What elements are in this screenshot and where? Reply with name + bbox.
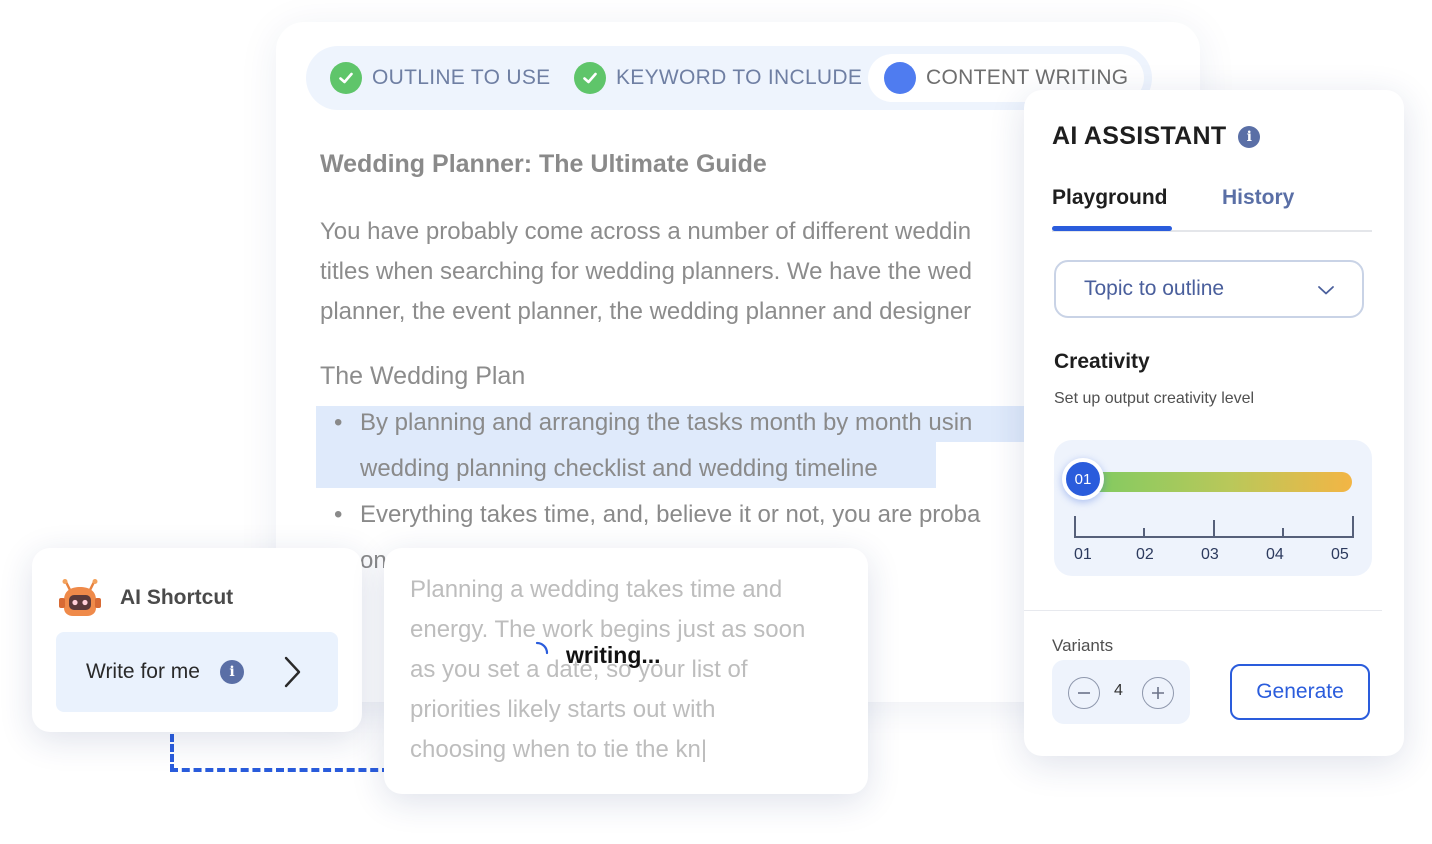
- slider-ticks: [1074, 516, 1354, 538]
- shortcut-title: AI Shortcut: [120, 586, 234, 609]
- active-tab-indicator: [1052, 226, 1172, 231]
- step-label: KEYWORD TO INCLUDE: [616, 66, 863, 89]
- document-subheading: The Wedding Plan: [320, 362, 526, 390]
- slider-track[interactable]: [1080, 472, 1352, 492]
- generated-text: Planning a wedding takes time and energy…: [410, 570, 850, 770]
- document-paragraph: You have probably come across a number o…: [320, 212, 1040, 332]
- paragraph-line: You have probably come across a number o…: [320, 218, 972, 245]
- tick-label: 05: [1331, 546, 1349, 563]
- step-label: OUTLINE TO USE: [372, 66, 551, 89]
- chevron-down-icon: [1318, 286, 1334, 295]
- creativity-slider: 01 01 02 03 04 05: [1054, 440, 1372, 576]
- generated-line: priorities likely starts out with: [410, 696, 716, 723]
- active-dot-icon: [884, 62, 916, 94]
- tab-playground[interactable]: Playground: [1052, 186, 1168, 210]
- ai-shortcut-card: AI Shortcut Write for me i: [32, 548, 362, 732]
- panel-title: AI ASSISTANT i: [1052, 122, 1261, 151]
- writing-popup: Planning a wedding takes time and energy…: [384, 548, 868, 794]
- chevron-right-icon: [284, 656, 301, 688]
- variants-stepper: 4: [1052, 660, 1190, 724]
- check-icon: [330, 62, 362, 94]
- plus-icon: [1152, 687, 1164, 699]
- tick-label: 02: [1136, 546, 1154, 563]
- document-title: Wedding Planner: The Ultimate Guide: [320, 150, 767, 178]
- write-for-me-button[interactable]: Write for me i: [56, 632, 338, 712]
- panel-divider: [1024, 610, 1382, 611]
- slider-knob[interactable]: 01: [1062, 458, 1104, 500]
- writing-status: writing...: [566, 642, 661, 668]
- tick-label: 04: [1266, 546, 1284, 563]
- tick-label: 03: [1201, 546, 1219, 563]
- select-value: Topic to outline: [1084, 277, 1225, 300]
- creativity-subtitle: Set up output creativity level: [1054, 390, 1255, 407]
- tick-label: 01: [1074, 546, 1092, 563]
- paragraph-line: planner, the event planner, the wedding …: [320, 298, 972, 325]
- variants-count: 4: [1114, 682, 1123, 699]
- topic-select[interactable]: Topic to outline: [1054, 260, 1364, 318]
- generated-line: Planning a wedding takes time and: [410, 576, 783, 603]
- info-icon[interactable]: i: [1238, 125, 1261, 148]
- tab-history[interactable]: History: [1222, 186, 1294, 210]
- step-label: CONTENT WRITING: [926, 66, 1129, 89]
- check-icon: [574, 62, 606, 94]
- paragraph-line: titles when searching for wedding planne…: [320, 258, 972, 285]
- minus-button[interactable]: [1068, 677, 1100, 709]
- creativity-label: Creativity: [1054, 350, 1150, 373]
- generated-line: choosing when to tie the kn|: [410, 736, 708, 763]
- step-keyword[interactable]: KEYWORD TO INCLUDE: [574, 54, 862, 102]
- ai-assistant-panel: AI ASSISTANT i Playground History Topic …: [1024, 90, 1404, 756]
- plus-button[interactable]: [1142, 677, 1174, 709]
- write-button-label: Write for me: [86, 660, 200, 683]
- loading-spinner-icon: [535, 641, 549, 655]
- variants-label: Variants: [1052, 636, 1114, 655]
- minus-icon: [1078, 692, 1090, 694]
- step-outline[interactable]: OUTLINE TO USE: [330, 54, 550, 102]
- robot-icon: [59, 579, 101, 616]
- connector-line: [170, 734, 390, 772]
- panel-title-text: AI ASSISTANT: [1052, 122, 1227, 150]
- generate-button[interactable]: Generate: [1230, 664, 1370, 720]
- info-icon[interactable]: i: [220, 660, 244, 684]
